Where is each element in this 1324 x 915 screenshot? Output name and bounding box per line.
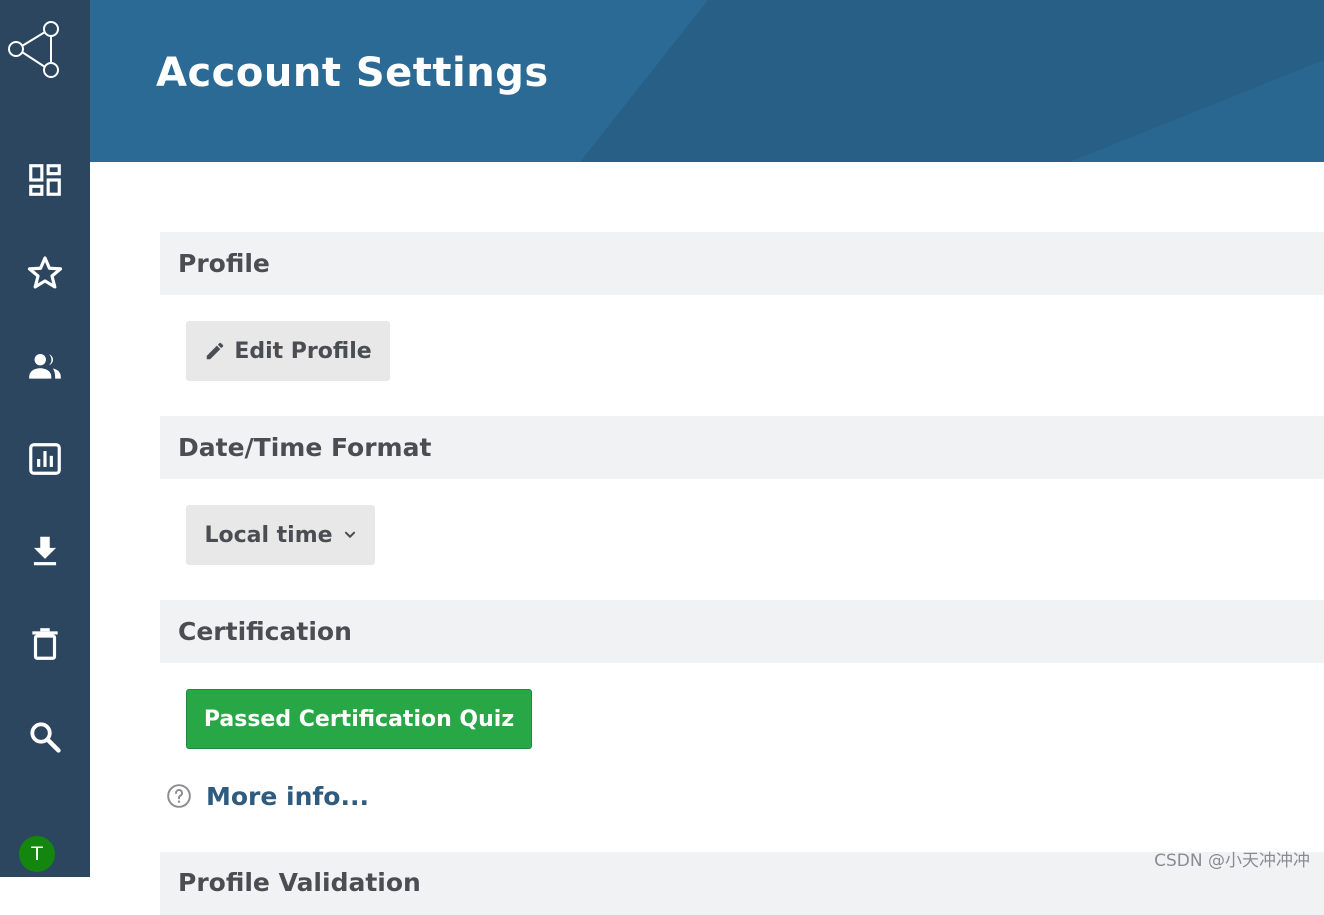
help-circle-icon — [167, 784, 191, 808]
section-title-certification: Certification — [178, 617, 352, 646]
avatar[interactable]: T — [19, 836, 55, 872]
more-info-link[interactable]: More info... — [166, 778, 369, 814]
dashboard-icon — [29, 164, 61, 196]
section-title-profile: Profile — [178, 249, 270, 278]
section-header-profile-validation: Profile Validation — [160, 852, 1324, 915]
section-header-certification: Certification — [160, 600, 1324, 663]
certification-status-label: Passed Certification Quiz — [203, 706, 515, 732]
search-icon — [30, 722, 61, 753]
nav-item-trash[interactable] — [0, 616, 90, 672]
more-info-label: More info... — [206, 781, 369, 811]
watermark: CSDN @小天冲冲冲 — [1154, 851, 1310, 871]
page-title: Account Settings — [156, 50, 549, 96]
datetime-format-select[interactable]: Local time — [186, 505, 375, 565]
section-title-datetime: Date/Time Format — [178, 433, 432, 462]
nav-item-people[interactable] — [0, 338, 90, 394]
people-icon — [29, 353, 61, 379]
edit-profile-label: Edit Profile — [234, 338, 372, 364]
pencil-icon — [207, 342, 224, 360]
page-header: Account Settings — [90, 0, 1324, 162]
section-header-datetime: Date/Time Format — [160, 416, 1324, 479]
section-header-profile: Profile — [160, 232, 1324, 295]
nav-item-favorites[interactable] — [0, 245, 90, 301]
nav-item-download[interactable] — [0, 523, 90, 579]
share-network-icon[interactable] — [6, 18, 64, 82]
star-icon — [27, 256, 63, 289]
certification-status-button[interactable]: Passed Certification Quiz — [186, 689, 532, 749]
edit-profile-button[interactable]: Edit Profile — [186, 321, 390, 381]
download-icon — [33, 536, 57, 566]
section-title-profile-validation: Profile Validation — [178, 868, 421, 897]
trash-icon — [32, 628, 58, 660]
chevron-down-icon — [344, 531, 355, 538]
report-chart-icon — [29, 443, 61, 475]
nav-item-reports[interactable] — [0, 431, 90, 487]
sidebar: T — [0, 0, 90, 877]
datetime-format-value: Local time — [204, 522, 333, 548]
nav-item-dashboard[interactable] — [0, 152, 90, 208]
nav-item-search[interactable] — [0, 709, 90, 765]
